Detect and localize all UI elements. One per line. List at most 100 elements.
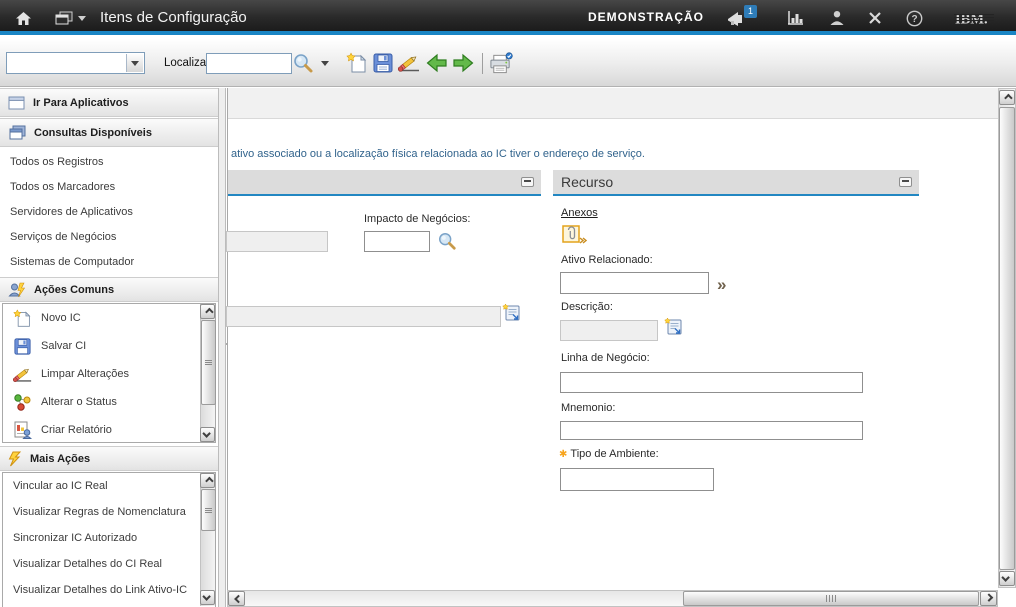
action-link-to-actual-ci[interactable]: Vincular ao IC Real — [3, 473, 215, 499]
environment-label: DEMONSTRAÇÃO — [588, 0, 704, 35]
person-lightning-icon — [8, 282, 26, 298]
help-icon[interactable]: ? — [903, 8, 925, 28]
scroll-down-icon[interactable] — [999, 571, 1015, 586]
resource-panel-title: Recurso — [561, 174, 613, 190]
action-change-status[interactable]: Alterar o Status — [3, 388, 215, 416]
horizontal-scrollbar[interactable] — [227, 590, 998, 607]
left-panel-readonly-field-long — [226, 306, 501, 327]
sign-out-icon[interactable] — [864, 8, 886, 28]
detail-menu-icon[interactable]: » — [717, 276, 726, 293]
more-actions-list: Vincular ao IC Real Visualizar Regras de… — [2, 472, 216, 607]
query-all-records[interactable]: Todos os Registros — [0, 150, 218, 175]
related-asset-input[interactable] — [560, 272, 709, 294]
common-actions-list: Novo IC Salvar CI Limpar Alterações Alte… — [2, 303, 216, 443]
scroll-up-icon[interactable] — [999, 90, 1015, 105]
query-computer-systems[interactable]: Sistemas de Computador — [0, 250, 218, 275]
scroll-down-icon[interactable] — [200, 427, 215, 442]
common-actions-scrollbar[interactable] — [200, 304, 215, 442]
action-sync-authorized-ci[interactable]: Sincronizar IC Autorizado — [3, 525, 215, 551]
save-icon — [11, 338, 33, 355]
record-header-strip — [228, 88, 998, 119]
main-content: ativo associado ou a localização física … — [227, 88, 998, 590]
environment-type-label: ✱Tipo de Ambiente: — [559, 448, 659, 460]
next-record-icon[interactable] — [451, 50, 475, 76]
report-icon — [11, 421, 33, 439]
new-record-icon[interactable] — [345, 50, 369, 76]
action-save-ci[interactable]: Salvar CI — [3, 332, 215, 360]
description-label: Descrição: — [561, 301, 613, 313]
ibm-logo: IBM. — [953, 8, 995, 28]
action-clear-changes[interactable]: Limpar Alterações — [3, 360, 215, 388]
sidebar-header-go-to[interactable]: Ir Para Aplicativos — [0, 88, 218, 117]
sidebar-splitter[interactable] — [218, 88, 226, 607]
save-icon[interactable] — [371, 50, 395, 76]
lightning-icon — [8, 451, 22, 467]
scroll-down-icon[interactable] — [200, 590, 215, 605]
scrollbar-thumb[interactable] — [683, 591, 979, 606]
query-all-bookmarks[interactable]: Todos os Marcadores — [0, 175, 218, 200]
related-asset-label: Ativo Relacionado: — [561, 254, 653, 266]
new-record-icon — [11, 309, 33, 328]
long-description-icon[interactable] — [502, 303, 522, 328]
window-icon — [8, 96, 25, 110]
scroll-up-icon[interactable] — [200, 473, 215, 488]
go-to-menu-icon[interactable] — [54, 8, 86, 28]
mnemonic-input[interactable] — [560, 421, 863, 440]
svg-text:IBM.: IBM. — [955, 11, 988, 26]
business-impact-input[interactable] — [364, 231, 430, 252]
stacked-windows-icon — [8, 125, 26, 141]
long-description-icon[interactable] — [664, 317, 684, 342]
search-icon[interactable] — [291, 50, 315, 76]
query-app-servers[interactable]: Servidores de Aplicativos — [0, 200, 218, 225]
resource-panel-header: Recurso — [553, 170, 919, 196]
sidebar-header-queries[interactable]: Consultas Disponíveis — [0, 118, 218, 147]
action-view-asset-ci-link-details[interactable]: Visualizar Detalhes do Link Ativo-IC — [3, 577, 215, 603]
page-title: Itens de Configuração — [100, 0, 247, 35]
business-impact-search-icon[interactable] — [437, 231, 457, 256]
record-query-select[interactable] — [6, 52, 145, 74]
clear-changes-icon[interactable] — [397, 50, 421, 76]
environment-type-input[interactable] — [560, 468, 714, 491]
app-header: Itens de Configuração DEMONSTRAÇÃO 1 ? I… — [0, 0, 1016, 35]
description-readonly-field — [560, 320, 658, 341]
attachments-link[interactable]: Anexos — [561, 207, 598, 219]
home-icon[interactable] — [12, 8, 34, 28]
main-toolbar: Localizar: — [0, 39, 1016, 87]
scrollbar-thumb[interactable] — [201, 489, 216, 531]
business-line-label: Linha de Negócio: — [561, 352, 650, 364]
select-dropdown-icon[interactable] — [126, 54, 143, 72]
scrollbar-thumb[interactable] — [999, 107, 1015, 570]
search-options-caret-icon[interactable] — [317, 50, 333, 76]
required-marker-icon: ✱ — [559, 449, 567, 460]
toolbar-separator — [482, 53, 483, 74]
scroll-right-icon[interactable] — [980, 591, 997, 606]
vertical-scrollbar[interactable] — [998, 88, 1016, 588]
sidebar: Ir Para Aplicativos Consultas Disponívei… — [0, 88, 218, 607]
sidebar-header-more-actions[interactable]: Mais Ações — [0, 446, 218, 471]
action-view-actual-ci-details[interactable]: Visualizar Detalhes do CI Real — [3, 551, 215, 577]
business-impact-label: Impacto de Negócios: — [364, 213, 470, 225]
reports-chart-icon[interactable] — [784, 8, 806, 28]
more-actions-scrollbar[interactable] — [200, 473, 215, 606]
minimize-icon[interactable] — [899, 177, 912, 187]
query-business-services[interactable]: Serviços de Negócios — [0, 225, 218, 250]
minimize-icon[interactable] — [521, 177, 534, 187]
clear-changes-icon — [11, 365, 33, 384]
notification-badge: 1 — [744, 5, 757, 18]
business-line-input[interactable] — [560, 372, 863, 393]
print-icon[interactable] — [489, 50, 513, 76]
previous-record-icon[interactable] — [424, 50, 448, 76]
left-panel-readonly-field — [226, 231, 328, 252]
attachments-clip-icon[interactable] — [562, 225, 587, 251]
scroll-left-icon[interactable] — [228, 591, 245, 606]
find-input[interactable] — [206, 53, 292, 74]
sidebar-header-common-actions[interactable]: Ações Comuns — [0, 277, 218, 302]
action-view-naming-rules[interactable]: Visualizar Regras de Nomenclatura — [3, 499, 215, 525]
profile-icon[interactable] — [826, 8, 848, 28]
action-new-ci[interactable]: Novo IC — [3, 304, 215, 332]
action-create-report[interactable]: Criar Relatório — [3, 416, 215, 444]
scroll-up-icon[interactable] — [200, 304, 215, 319]
scrollbar-thumb[interactable] — [201, 320, 216, 405]
svg-text:?: ? — [911, 14, 917, 25]
go-to-menu-caret-icon — [78, 16, 86, 21]
